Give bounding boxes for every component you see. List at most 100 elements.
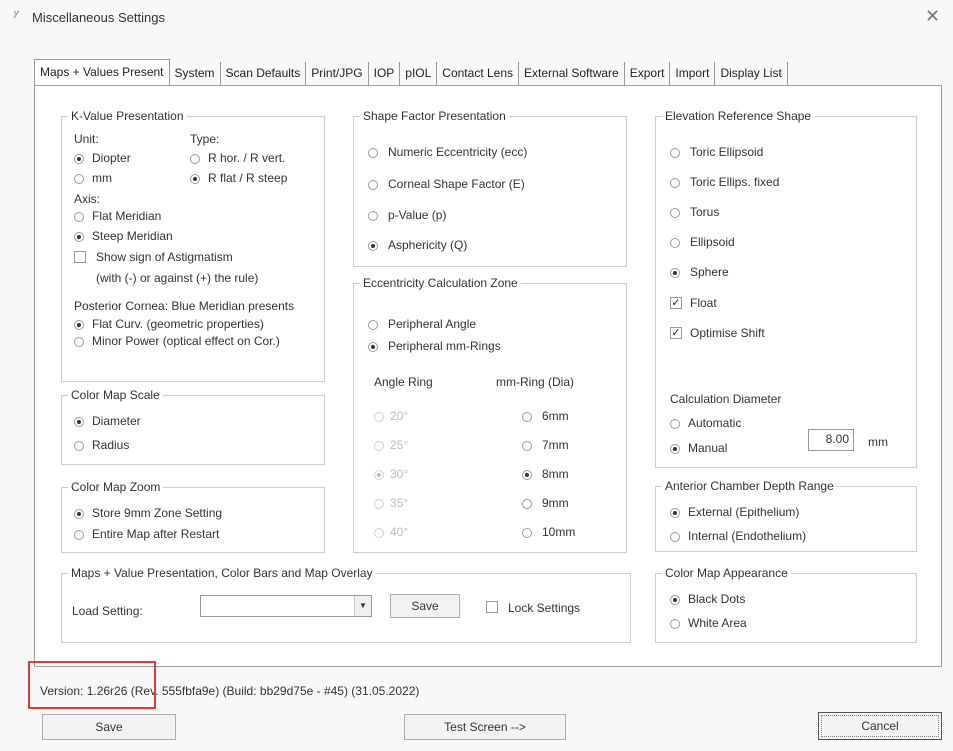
tab-system[interactable]: System <box>170 62 221 86</box>
type-flat-steep-radio[interactable] <box>190 174 200 184</box>
calc-manual-radio[interactable] <box>670 444 680 454</box>
shape-p-radio[interactable] <box>368 211 378 221</box>
optimise-shift-checkbox[interactable]: ✓ <box>670 327 682 339</box>
group-title: Shape Factor Presentation <box>360 109 509 123</box>
ring-6mm-label: 6mm <box>542 409 569 423</box>
mm-ring-header: mm-Ring (Dia) <box>496 375 574 389</box>
scale-radius-radio[interactable] <box>74 441 84 451</box>
calc-diameter-unit: mm <box>868 435 888 449</box>
save-button[interactable]: Save <box>42 714 176 740</box>
test-screen-button[interactable]: Test Screen --> <box>404 714 566 740</box>
ring-8mm-label: 8mm <box>542 467 569 481</box>
float-checkbox[interactable]: ✓ <box>670 297 682 309</box>
tab-scan-defaults[interactable]: Scan Defaults <box>221 62 307 86</box>
lock-settings-label: Lock Settings <box>508 601 581 615</box>
posterior-flat-label: Flat Curv. (geometric properties) <box>92 317 264 331</box>
elev-torus-radio[interactable] <box>670 208 680 218</box>
tab-contact-lens[interactable]: Contact Lens <box>437 62 520 86</box>
zoom-entire-radio[interactable] <box>74 530 84 540</box>
axis-flat-radio[interactable] <box>74 212 84 222</box>
load-setting-combo[interactable]: ▼ <box>200 595 372 617</box>
elev-toric-fixed-radio[interactable] <box>670 178 680 188</box>
angle-30-radio[interactable] <box>374 470 384 480</box>
shape-ecc-radio[interactable] <box>368 148 378 158</box>
posterior-flat-radio[interactable] <box>74 320 84 330</box>
acd-range-group: Anterior Chamber Depth Range External (E… <box>655 479 917 552</box>
lock-settings-checkbox[interactable] <box>486 601 498 613</box>
appearance-black-dots-label: Black Dots <box>688 592 746 606</box>
posterior-label: Posterior Cornea: Blue Meridian presents <box>74 299 295 313</box>
ecc-mm-radio[interactable] <box>368 342 378 352</box>
astigmatism-label: Show sign of Astigmatism <box>96 250 233 264</box>
shape-ecc-label: Numeric Eccentricity (ecc) <box>388 145 528 159</box>
chevron-down-icon[interactable]: ▼ <box>354 596 371 616</box>
unit-label: Unit: <box>74 132 99 146</box>
unit-diopter-radio[interactable] <box>74 154 84 164</box>
close-icon[interactable]: ✕ <box>925 6 940 27</box>
tab-iop[interactable]: IOP <box>369 62 401 86</box>
tab-print-jpg[interactable]: Print/JPG <box>306 62 369 86</box>
shape-e-radio[interactable] <box>368 180 378 190</box>
tab-external-software[interactable]: External Software <box>519 62 625 86</box>
tab-display-list[interactable]: Display List <box>715 62 788 86</box>
zoom-store-radio[interactable] <box>74 509 84 519</box>
astigmatism-checkbox[interactable] <box>74 251 86 263</box>
calc-automatic-label: Automatic <box>688 416 742 430</box>
elev-sphere-radio[interactable] <box>670 268 680 278</box>
posterior-minor-radio[interactable] <box>74 337 84 347</box>
angle-35-radio[interactable] <box>374 499 384 509</box>
tab-import[interactable]: Import <box>670 62 716 86</box>
acd-internal-radio[interactable] <box>670 532 680 542</box>
angle-40-radio[interactable] <box>374 528 384 538</box>
axis-flat-label: Flat Meridian <box>92 209 162 223</box>
appearance-white-area-radio[interactable] <box>670 619 680 629</box>
tab-export[interactable]: Export <box>625 62 671 86</box>
angle-25-radio[interactable] <box>374 441 384 451</box>
acd-internal-label: Internal (Endothelium) <box>688 529 807 543</box>
calc-diameter-input[interactable]: 8.00 <box>808 429 854 451</box>
window-title: Miscellaneous Settings <box>32 10 165 25</box>
cancel-button[interactable]: Cancel <box>818 712 942 740</box>
ring-8mm-radio[interactable] <box>522 470 532 480</box>
tab-piol[interactable]: pIOL <box>400 62 438 86</box>
ring-9mm-radio[interactable] <box>522 499 532 509</box>
tab-maps-values-present[interactable]: Maps + Values Present <box>34 59 170 86</box>
group-title: Maps + Value Presentation, Color Bars an… <box>68 566 376 580</box>
calc-diameter-label: Calculation Diameter <box>670 392 782 406</box>
elev-ellipsoid-radio[interactable] <box>670 238 680 248</box>
appearance-black-dots-radio[interactable] <box>670 595 680 605</box>
maps-value-presentation-group: Maps + Value Presentation, Color Bars an… <box>61 566 631 643</box>
ring-10mm-radio[interactable] <box>522 528 532 538</box>
app-icon: ⁱ⁄ <box>14 9 18 21</box>
unit-mm-label: mm <box>92 171 112 185</box>
elev-toric-ellipsoid-radio[interactable] <box>670 148 680 158</box>
shape-q-radio[interactable] <box>368 241 378 251</box>
tab-strip: Maps + Values Present System Scan Defaul… <box>34 59 788 86</box>
type-hor-vert-radio[interactable] <box>190 154 200 164</box>
shape-p-label: p-Value (p) <box>388 208 447 222</box>
elev-sphere-label: Sphere <box>690 265 729 279</box>
axis-steep-radio[interactable] <box>74 232 84 242</box>
ring-6mm-radio[interactable] <box>522 412 532 422</box>
color-map-zoom-group: Color Map Zoom Store 9mm Zone Setting En… <box>61 480 325 553</box>
version-highlight-box <box>28 661 156 709</box>
load-save-button[interactable]: Save <box>390 594 460 618</box>
elevation-reference-group: Elevation Reference Shape Toric Ellipsoi… <box>655 109 917 468</box>
angle-40-label: 40° <box>390 525 409 539</box>
axis-steep-label: Steep Meridian <box>92 229 173 243</box>
group-title: Elevation Reference Shape <box>662 109 815 123</box>
type-hor-vert-label: R hor. / R vert. <box>208 151 286 165</box>
eccentricity-zone-group: Eccentricity Calculation Zone Peripheral… <box>353 276 627 553</box>
axis-label: Axis: <box>74 192 101 206</box>
angle-20-radio[interactable] <box>374 412 384 422</box>
unit-mm-radio[interactable] <box>74 174 84 184</box>
angle-25-label: 25° <box>390 438 409 452</box>
type-flat-steep-label: R flat / R steep <box>208 171 288 185</box>
color-map-appearance-group: Color Map Appearance Black Dots White Ar… <box>655 566 917 643</box>
scale-diameter-radio[interactable] <box>74 417 84 427</box>
scale-radius-label: Radius <box>92 438 130 452</box>
calc-automatic-radio[interactable] <box>670 419 680 429</box>
ring-7mm-radio[interactable] <box>522 441 532 451</box>
ecc-angle-radio[interactable] <box>368 320 378 330</box>
acd-external-radio[interactable] <box>670 508 680 518</box>
